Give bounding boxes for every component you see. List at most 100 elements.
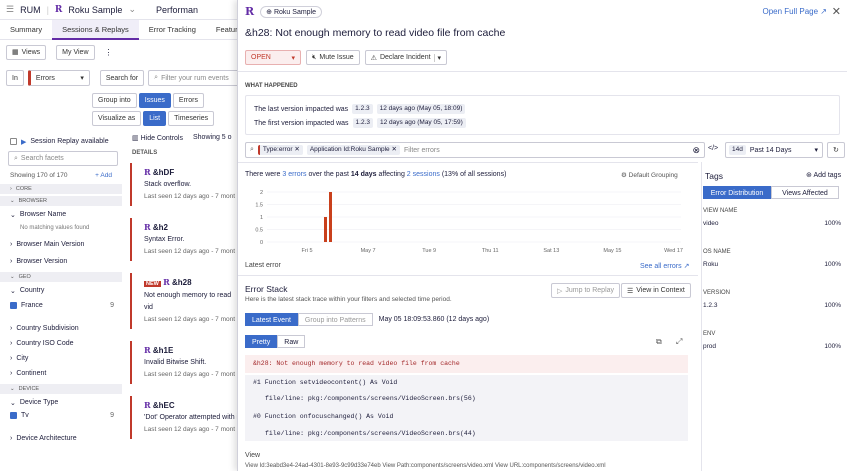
visualize-label: Visualize as [92,111,142,126]
close-icon[interactable]: ✕ [832,5,841,18]
section-browser[interactable]: ⌄ BROWSER [0,196,122,206]
x-tick-label: May 7 [361,248,376,254]
performance-tab[interactable]: Performan [156,5,198,15]
more-icon[interactable]: ⋮ [105,48,113,57]
group-issues-option[interactable]: Issues [138,93,171,108]
list-item[interactable]: NEW R &h28 Not enough memory to read vid L… [130,273,240,329]
first-version-time: 12 days ago (May 05, 17:59) [377,118,466,128]
facet-country[interactable]: ⌄ Country [0,284,122,297]
what-happened-heading: WHAT HAPPENED [245,83,298,89]
see-all-errors-link[interactable]: See all errors ↗ [640,262,689,270]
scope-select[interactable]: Errors ▾ [27,70,90,86]
declare-incident-button[interactable]: ⚠ Declare Incident ▾ [364,50,448,65]
list-item[interactable]: R &hEC 'Dot' Operator attempted with i Las… [130,396,240,439]
chart-bar[interactable] [324,217,327,242]
last-version-badge: 1.2.3 [352,104,373,114]
query-bar: In Errors ▾ Search for ⌕ Filter your rum e… [6,70,261,86]
list-item[interactable]: R &h1E Invalid Bitwise Shift. Last seen 12… [130,341,240,384]
facet-value-france[interactable]: France 9 [0,299,122,312]
tags-tabs: Error Distribution Views Affected [703,186,839,199]
filter-input[interactable]: Filter errors [404,147,440,154]
add-tags-button[interactable]: ⊛ Add tags [806,171,841,179]
refresh-icon[interactable]: ↻ [827,142,845,158]
tab-summary[interactable]: Summary [0,20,52,40]
facet-browser-name[interactable]: ⌄ Browser Name [0,208,122,221]
facet-device-type[interactable]: ⌄ Device Type [0,396,122,409]
group-into-row: Group into Issues Errors [92,93,204,108]
session-replay-toggle[interactable]: ▶ Session Replay available [0,135,122,148]
roku-logo-icon: R [54,4,63,15]
open-full-page-link[interactable]: Open Full Page ↗ [762,7,827,16]
views-affected-tab[interactable]: Views Affected [771,186,839,199]
latest-error-label: Latest error [245,262,281,269]
view-in-context-button[interactable]: ☰ View in Context [621,283,691,298]
time-badge: 14d [729,145,746,155]
roku-logo-icon: R [144,345,151,355]
x-tick-label: Thu 11 [482,248,499,254]
visualize-timeseries-option[interactable]: Timeseries [168,111,215,126]
code-icon[interactable]: </> [708,145,718,152]
mute-issue-button[interactable]: 🔇︎ Mute Issue [306,50,360,65]
facet-browser-version[interactable]: › Browser Version [0,255,122,268]
list-item[interactable]: R &hDF Stack overflow. Last seen 12 days a… [130,163,240,206]
default-grouping-button[interactable]: ⚙ Default Grouping [621,171,678,179]
tag-group: ENV prod 100% [703,331,841,350]
add-facet-button[interactable]: + Add [95,172,112,179]
views-bar: ▦ Views My View ⋮ [0,42,240,62]
raw-tab[interactable]: Raw [277,335,306,348]
filter-chip-app[interactable]: Application Id:Roku Sample ✕ [306,145,400,155]
visualize-list-option[interactable]: List [143,111,167,126]
my-view-button[interactable]: My View [56,44,95,60]
status-select[interactable]: OPEN ▾ [245,50,301,65]
x-tick-label: Fri 5 [302,248,313,254]
group-errors-option[interactable]: Errors [172,93,204,108]
facet-browser-main-version[interactable]: › Browser Main Version [0,238,122,251]
clear-filter-icon[interactable]: ⊗ [692,145,700,156]
hide-controls-button[interactable]: ▥ Hide Controls [132,134,183,142]
app-chip[interactable]: ⊕ Roku Sample [260,5,323,18]
settings-icon: ⚙ [621,172,627,179]
time-range-select[interactable]: 14d Past 14 Days ▾ [725,142,823,158]
error-summary: There were 3 errors over the past 14 day… [245,171,507,178]
tag-distribution: VIEW NAME video 100% OS NAME Roku 100% VERSI… [703,208,841,372]
facet-continent[interactable]: › Continent [0,367,122,380]
facet-city[interactable]: › City [0,352,122,365]
copy-icon[interactable]: ⧉ [656,337,662,347]
sidebar-icon: ▥ [132,135,139,142]
jump-to-replay-button[interactable]: ▷ Jump to Replay [551,283,621,298]
error-distribution-tab[interactable]: Error Distribution [703,186,771,199]
x-axis-ticks: Fri 5 May 7 Tue 9 Thu 11 Sat 13 May 15 Wed 17 [302,248,683,254]
facet-country-iso[interactable]: › Country ISO Code [0,337,122,350]
list-item[interactable]: R &h2 Syntax Error. Last seen 12 days ago … [130,218,240,261]
section-core[interactable]: › CORE [0,184,122,194]
tab-error-tracking[interactable]: Error Tracking [139,20,206,40]
first-version-row: The first version impacted was 1.2.3 12 da… [254,118,466,128]
roku-logo-icon: R [144,222,151,232]
section-device[interactable]: ⌄ DEVICE [0,384,122,394]
y-tick-label: 0 [260,240,263,246]
pretty-tab[interactable]: Pretty [245,335,278,348]
section-geo[interactable]: ⌄ GEO [0,272,122,282]
facet-search-input[interactable]: ⌕ Search facets [8,151,118,166]
view-label: View [245,452,261,459]
roku-logo-icon: R [144,167,151,177]
roku-logo-icon: R [144,400,151,410]
issues-list: R &hDF Stack overflow. Last seen 12 days a… [130,163,240,451]
facet-sidebar: ▶ Session Replay available ⌕ Search facets… [0,135,122,445]
filter-chip-type[interactable]: Type:error ✕ [257,145,303,155]
stack-frame-fn: #1 Function setvideocontent() As Void [253,379,398,386]
expand-icon[interactable]: ⤢ [676,337,682,347]
tab-sessions-replays[interactable]: Sessions & Replays [52,19,139,40]
chart-bar[interactable] [329,192,332,242]
list-icon: ☰ [627,287,634,295]
facet-device-architecture[interactable]: › Device Architecture [0,432,122,445]
facet-country-subdivision[interactable]: › Country Subdivision [0,322,122,335]
latest-event-tab[interactable]: Latest Event [245,313,298,326]
facet-value-tv[interactable]: Tv 9 [0,409,122,422]
group-patterns-tab[interactable]: Group into Patterns [297,313,373,326]
filter-bar: ⌕ Type:error ✕ Application Id:Roku Sampl… [245,142,705,158]
x-tick-label: May 15 [603,248,621,254]
views-button[interactable]: ▦ Views [6,44,47,60]
app-selector[interactable]: Roku Sample [68,5,122,15]
event-time: May 05 18:09:53.860 (12 days ago) [378,316,490,323]
